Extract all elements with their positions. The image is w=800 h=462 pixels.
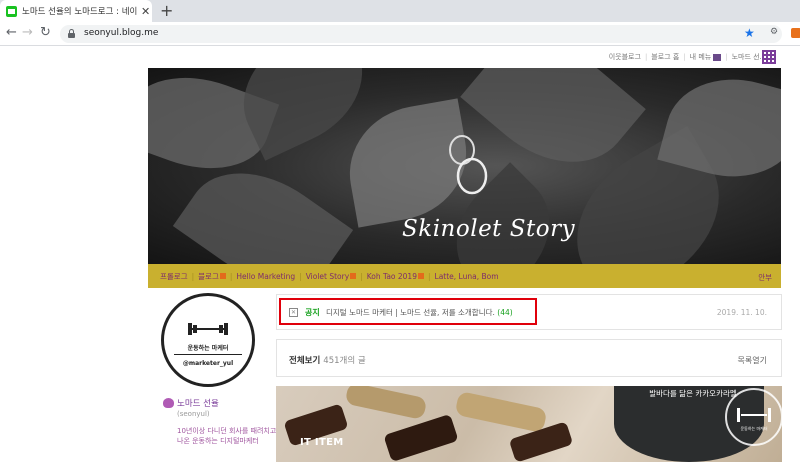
menu-item-violet-story[interactable]: Violet Story — [306, 272, 349, 281]
profile-badge-handle: @marketer_yul — [182, 360, 234, 367]
user-menu-link[interactable]: 노마드 선.. — [732, 52, 764, 62]
rss-icon — [350, 273, 357, 279]
rss-icon — [417, 273, 424, 279]
notice-date: 2019. 11. 10. — [716, 308, 767, 317]
menu-item-koh-tao[interactable]: Koh Tao 2019 — [367, 272, 417, 281]
browser-tab[interactable]: 노마드 선율의 노마드로그 : 네이 ✕ — [0, 0, 152, 22]
neighbor-blog-link[interactable]: 이웃블로그 — [609, 52, 641, 62]
lock-icon — [68, 29, 75, 38]
navigation-bar: ← → ↻ seonyul.blog.me ★ ⚙ — [0, 22, 800, 46]
profile-badge-text: 운동하는 마케터 — [187, 345, 229, 352]
list-toggle-button[interactable]: 목록열기 — [738, 355, 767, 366]
blog-home-link[interactable]: 블로그 홈 — [651, 52, 679, 62]
nickname-text[interactable]: 노마드 선율 — [177, 397, 219, 409]
highlight-box — [279, 298, 537, 325]
extension-icon[interactable]: ⚙ — [770, 27, 778, 37]
profile-nickname[interactable]: 노마드 선율 — [163, 397, 219, 409]
all-posts-bar: 전체보기 451개의 글 목록열기 — [276, 339, 782, 377]
all-posts-label[interactable]: 전체보기 — [289, 356, 320, 366]
forward-arrow-icon[interactable]: → — [22, 25, 33, 40]
grape-icon — [163, 398, 174, 408]
banner-title: Skinolet Story — [402, 216, 576, 242]
rings-icon — [449, 135, 488, 195]
star-icon[interactable]: ★ — [744, 26, 755, 40]
tab-title: 노마드 선율의 노마드로그 : 네이 — [22, 7, 138, 17]
profile-image[interactable]: 운동하는 마케터 @marketer_yul — [161, 293, 255, 387]
watermark-text: 운동하는 마케터 — [740, 426, 768, 431]
post-category-label: IT ITEM — [300, 437, 344, 448]
chevron-down-icon[interactable] — [713, 53, 722, 61]
menu-item-latte-luna-bom[interactable]: Latte, Luna, Bom — [435, 272, 499, 281]
blog-favicon-icon — [6, 5, 17, 17]
back-arrow-icon[interactable]: ← — [6, 25, 17, 40]
blog-top-links: 이웃블로그 | 블로그 홈 | 내 메뉴 | 노마드 선.. — [609, 52, 774, 62]
menu-item-guestbook[interactable]: 안부 — [758, 272, 772, 283]
profile-intro: 10년이상 다니던 회사를 때려치고 나온 운동하는 디지털마케터 — [177, 427, 277, 445]
close-icon[interactable]: ✕ — [141, 5, 150, 18]
blog-id: (seonyul) — [177, 410, 210, 418]
address-bar[interactable]: seonyul.blog.me ★ — [60, 25, 782, 43]
post-count: 451개의 글 — [323, 356, 366, 366]
menu-item-hello-marketing[interactable]: Hello Marketing — [236, 272, 295, 281]
dumbbell-icon — [188, 323, 228, 335]
new-tab-icon[interactable]: + — [160, 1, 173, 20]
apps-grid-icon[interactable] — [762, 50, 776, 64]
reload-icon[interactable]: ↻ — [40, 25, 51, 40]
menu-item-blog[interactable]: 블로그 — [198, 271, 219, 282]
profile-extension-icon[interactable] — [791, 28, 800, 38]
blog-menu-bar: 프롤로그 | 블로그 | Hello Marketing | Violet St… — [148, 264, 781, 288]
url-text[interactable]: seonyul.blog.me — [84, 28, 158, 38]
blog-banner: Skinolet Story — [148, 68, 781, 264]
rss-icon — [219, 273, 226, 279]
tab-strip: 노마드 선율의 노마드로그 : 네이 ✕ + — [0, 0, 800, 22]
my-menu-link[interactable]: 내 메뉴 — [690, 52, 712, 62]
menu-item-prologue[interactable]: 프롤로그 — [160, 271, 188, 282]
all-posts-title[interactable]: 전체보기 451개의 글 — [289, 354, 366, 366]
post-thumbnail[interactable]: 발바다를 닮은 카카오카라멜 IT ITEM — [276, 386, 782, 462]
watermark-logo: 운동하는 마케터 — [725, 388, 783, 446]
